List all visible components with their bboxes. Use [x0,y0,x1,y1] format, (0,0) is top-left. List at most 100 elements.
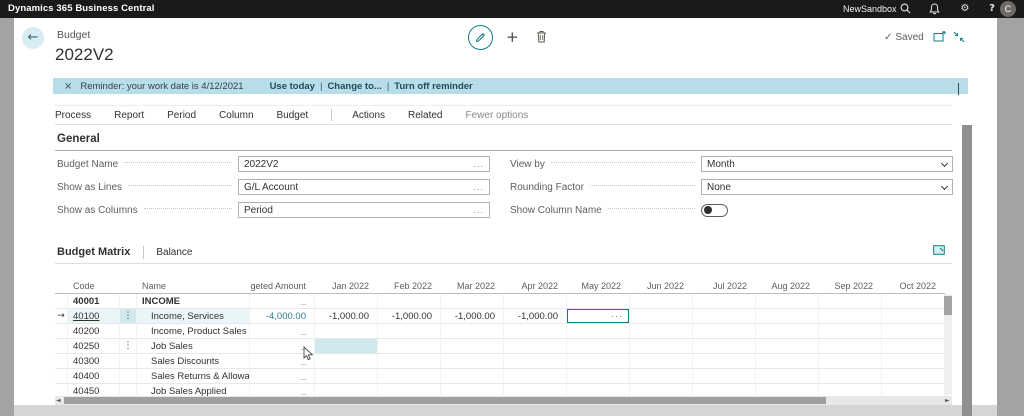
open-in-new-window-icon[interactable] [933,31,946,42]
row-menu-cell[interactable]: ⋮ [120,339,137,353]
cell-apr-2022[interactable] [504,339,567,353]
cell-jan-2022[interactable] [315,354,378,368]
row-menu-cell[interactable]: ⋮ [120,309,137,323]
new-button[interactable]: + [506,28,519,46]
assist-edit-icon[interactable]: ... [473,182,484,192]
cell-jun-2022[interactable] [630,294,693,308]
cell-jan-2022[interactable] [315,369,378,383]
help-icon[interactable]: ? [985,3,999,15]
selected-cell[interactable]: ··· [567,309,630,323]
cell-feb-2022[interactable] [378,384,441,396]
cell-may-2022[interactable] [567,369,630,383]
cell-sep-2022[interactable] [819,324,882,338]
matrix-focus-mode-icon[interactable] [933,245,945,255]
banner-chevron-down-icon[interactable] [958,83,959,95]
cell-jul-2022[interactable] [693,309,756,323]
cell-may-2022[interactable] [567,324,630,338]
cell-jul-2022[interactable] [693,324,756,338]
cell-name[interactable]: Sales Returns & Allowances [137,369,250,383]
delete-button[interactable] [536,30,547,43]
cell-sep-2022[interactable] [819,384,882,396]
edit-button[interactable] [468,25,493,50]
cell-name[interactable]: Sales Discounts [137,354,250,368]
code-value[interactable]: 40001 [73,296,99,307]
cell-name[interactable]: Job Sales Applied [137,384,250,396]
show-column-name-toggle[interactable] [701,204,728,217]
cell-jul-2022[interactable] [693,339,756,353]
cell-sep-2022[interactable] [819,354,882,368]
cell-jul-2022[interactable] [693,369,756,383]
cell-jun-2022[interactable] [630,354,693,368]
cell-budgeted-amount[interactable]: _ [250,324,315,338]
collapse-window-icon[interactable] [953,31,965,43]
settings-gear-icon[interactable]: ⚙ [958,3,972,15]
cell-name[interactable]: INCOME [137,294,250,308]
show-as-lines-input[interactable]: G/L Account... [238,179,490,195]
cell-aug-2022[interactable] [756,294,819,308]
cell-jan-2022[interactable]: -1,000.00 [315,309,378,323]
cell-jan-2022[interactable] [315,339,378,353]
cell-feb-2022[interactable] [378,294,441,308]
cell-sep-2022[interactable] [819,309,882,323]
cell-apr-2022[interactable] [504,369,567,383]
cell-oct-2022[interactable] [882,384,945,396]
cell-code[interactable]: 40250 [68,339,120,353]
cell-feb-2022[interactable] [378,324,441,338]
cell-jul-2022[interactable] [693,384,756,396]
cell-jan-2022[interactable] [315,324,378,338]
cell-sep-2022[interactable] [819,369,882,383]
cell-code[interactable]: 40400 [68,369,120,383]
budgeted-amount-value[interactable]: _ [301,326,306,337]
cell-jun-2022[interactable] [630,369,693,383]
menu-item-column[interactable]: Column [219,110,253,121]
code-value[interactable]: 40250 [73,341,99,352]
menu-item-related[interactable]: Related [408,110,442,121]
cell-code[interactable]: 40200 [68,324,120,338]
cell-may-2022[interactable]: ··· [567,309,630,323]
cell-feb-2022[interactable] [378,339,441,353]
cell-oct-2022[interactable] [882,324,945,338]
user-avatar[interactable]: C [1000,1,1016,17]
cell-mar-2022[interactable] [441,369,504,383]
view-by-select[interactable]: Month [701,156,953,172]
fewer-options-button[interactable]: Fewer options [465,110,528,121]
back-button[interactable]: ← [22,27,44,49]
cell-jul-2022[interactable] [693,354,756,368]
notifications-bell-icon[interactable] [929,3,943,15]
cell-mar-2022[interactable] [441,354,504,368]
code-value[interactable]: 40300 [73,356,99,367]
cell-apr-2022[interactable]: -1,000.00 [504,309,567,323]
cell-jun-2022[interactable] [630,339,693,353]
cell-oct-2022[interactable] [882,309,945,323]
cell-aug-2022[interactable] [756,354,819,368]
tab-balance[interactable]: Balance [156,247,192,258]
general-section-heading[interactable]: General [57,133,100,145]
budgeted-amount-value[interactable]: _ [301,386,306,397]
budgeted-amount-value[interactable]: -4,000.00 [266,311,306,322]
cell-apr-2022[interactable] [504,384,567,396]
cell-code[interactable]: 40300 [68,354,120,368]
menu-item-period[interactable]: Period [167,110,196,121]
banner-action-turn-off[interactable]: Turn off reminder [394,81,472,92]
scroll-left-icon[interactable]: ◄ [56,397,61,405]
banner-action-use-today[interactable]: Use today [270,81,315,92]
cell-may-2022[interactable] [567,294,630,308]
rounding-factor-select[interactable]: None [701,179,953,195]
cell-jul-2022[interactable] [693,294,756,308]
budget-name-input[interactable]: 2022V2... [238,156,490,172]
cell-feb-2022[interactable]: -1,000.00 [378,309,441,323]
cell-jun-2022[interactable] [630,324,693,338]
cell-feb-2022[interactable] [378,354,441,368]
assist-edit-icon[interactable]: ... [473,205,484,215]
cell-budgeted-amount[interactable]: _ [250,294,315,308]
app-title[interactable]: Dynamics 365 Business Central [8,3,155,14]
cell-may-2022[interactable] [567,384,630,396]
cell-mar-2022[interactable] [441,324,504,338]
cell-aug-2022[interactable] [756,384,819,396]
table-horizontal-scrollbar-thumb[interactable] [64,397,826,404]
cell-budgeted-amount[interactable]: _ [250,369,315,383]
budgeted-amount-value[interactable]: _ [301,371,306,382]
row-options-dots-icon[interactable]: ⋮ [120,311,136,321]
cell-jan-2022[interactable] [315,294,378,308]
show-as-columns-input[interactable]: Period... [238,202,490,218]
